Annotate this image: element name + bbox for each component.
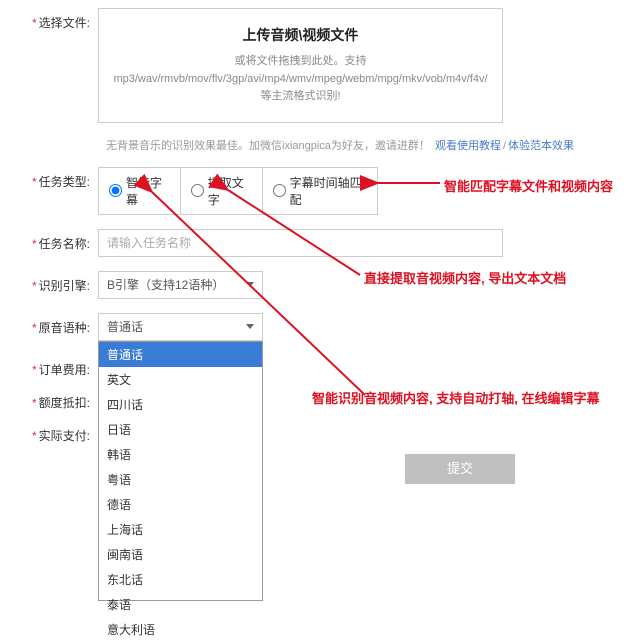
label-actual: *实际支付: (20, 421, 98, 444)
annotation-3: 智能识别音视频内容, 支持自动打轴, 在线编辑字幕 (312, 388, 599, 407)
lang-option[interactable]: 日语 (99, 417, 262, 442)
task-type-radiogroup: 智能字幕 提取文字 字幕时间轴匹配 (98, 167, 378, 215)
label-task-type: *任务类型: (20, 167, 98, 190)
annotation-2: 直接提取音视频内容, 导出文本文档 (364, 268, 566, 287)
label-lang: *原音语种: (20, 313, 98, 336)
radio-timeline-match[interactable]: 字幕时间轴匹配 (262, 168, 377, 214)
lang-option[interactable]: 韩语 (99, 442, 262, 467)
lang-option[interactable]: 普通话 (99, 342, 262, 367)
link-sample[interactable]: 体验范本效果 (508, 140, 574, 152)
lang-option[interactable]: 四川话 (99, 392, 262, 417)
lang-dropdown: 普通话英文四川话日语韩语粤语德语上海话闽南语东北话泰语意大利语 (98, 341, 263, 601)
lang-option[interactable]: 意大利语 (99, 617, 262, 642)
radio-smart-subtitle[interactable]: 智能字幕 (99, 168, 180, 214)
lang-option[interactable]: 东北话 (99, 567, 262, 592)
upload-dropzone[interactable]: 上传音频\视频文件 或将文件拖拽到此处。支持mp3/wav/rmvb/mov/f… (98, 8, 503, 123)
hint-text: 无背景音乐的识别效果最佳。加微信ixiangpica为好友，邀请进群！ 观看使用… (106, 137, 620, 153)
lang-option[interactable]: 粤语 (99, 467, 262, 492)
lang-option[interactable]: 泰语 (99, 592, 262, 617)
chevron-down-icon (246, 324, 254, 329)
label-quota: *额度抵扣: (20, 388, 98, 411)
lang-option[interactable]: 闽南语 (99, 542, 262, 567)
label-task-name: *任务名称: (20, 229, 98, 252)
upload-subtitle: 或将文件拖拽到此处。支持mp3/wav/rmvb/mov/flv/3gp/avi… (109, 53, 492, 106)
label-order-fee: *订单费用: (20, 355, 98, 378)
chevron-down-icon (246, 282, 254, 287)
task-name-input[interactable] (98, 229, 503, 257)
upload-title: 上传音频\视频文件 (109, 25, 492, 45)
engine-select[interactable]: B引擎（支持12语种） (98, 271, 263, 299)
lang-option[interactable]: 英文 (99, 367, 262, 392)
label-engine: *识别引擎: (20, 271, 98, 294)
label-select-file: *选择文件: (20, 8, 98, 31)
submit-button[interactable]: 提交 (405, 454, 515, 484)
lang-option[interactable]: 上海话 (99, 517, 262, 542)
radio-extract-text[interactable]: 提取文字 (180, 168, 262, 214)
annotation-1: 智能匹配字幕文件和视频内容 (444, 176, 613, 195)
link-tutorial[interactable]: 观看使用教程 (435, 140, 501, 152)
lang-select[interactable]: 普通话 (98, 313, 263, 341)
lang-option[interactable]: 德语 (99, 492, 262, 517)
